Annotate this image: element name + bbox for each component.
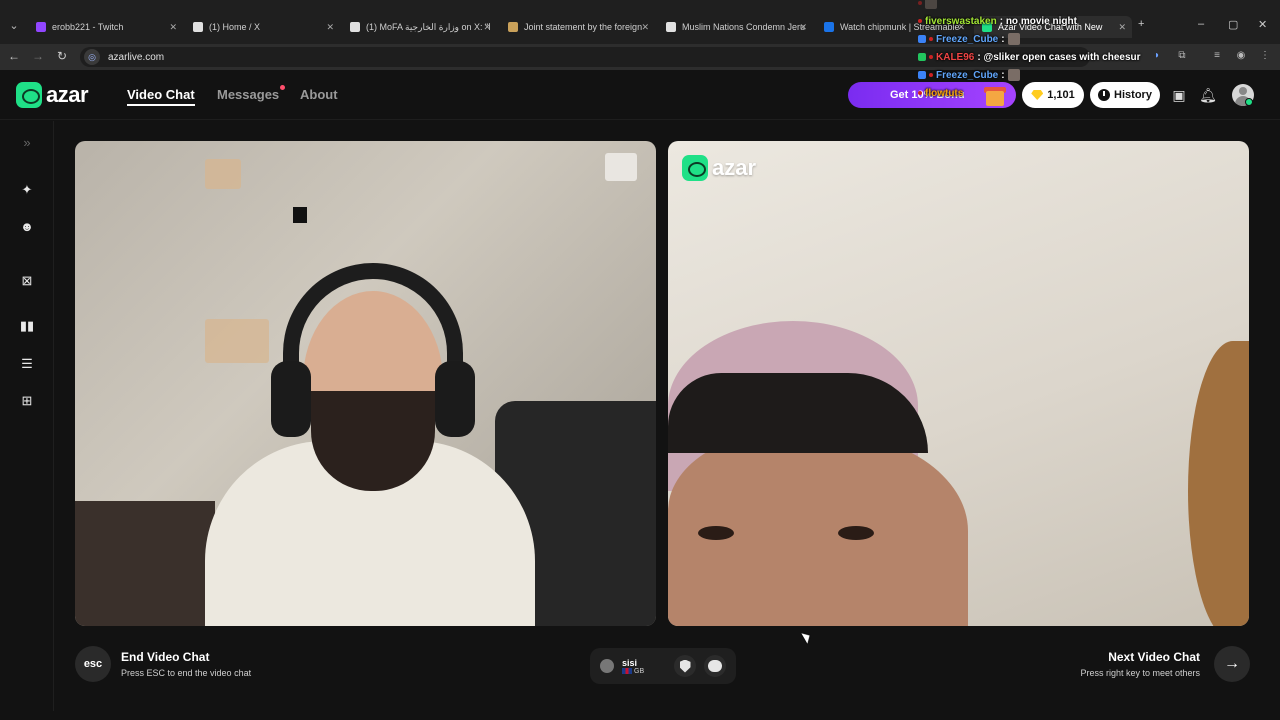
remote-video: azar [668,141,1249,626]
browser-tab[interactable]: (1) MoFA وزارة الخارجية on X: "ا ✕ [342,16,497,38]
end-chat-hint: Press ESC to end the video chat [121,668,252,678]
close-tab-icon[interactable]: ✕ [169,22,177,33]
close-window-icon[interactable]: ✕ [1258,18,1267,31]
layout-side-by-side-icon[interactable]: ▮▮ [17,316,37,336]
end-video-chat-control[interactable]: esc End Video Chat Press ESC to end the … [75,646,251,682]
chat-message: KALE96 : @sliker open cases with cheesur [918,48,1158,66]
chat-bubble-icon [708,660,722,672]
expand-sidebar-icon[interactable]: » [17,133,37,153]
shield-report-icon [679,659,691,673]
effects-wand-icon[interactable]: ✦ [17,180,37,200]
sticker-icon[interactable]: ☻ [17,217,37,237]
peer-info-bar: sisi GB [590,648,736,684]
chat-button[interactable] [704,655,726,677]
uk-flag-icon [622,668,632,674]
streamable-icon [824,22,834,32]
nav-about[interactable]: About [300,87,338,102]
nav-video-chat[interactable]: Video Chat [127,87,195,106]
emote-icon [1007,69,1020,81]
sub-badge-icon [918,53,926,61]
close-tab-icon[interactable]: ✕ [483,22,491,33]
online-status-icon [1245,98,1253,106]
mouse-cursor-icon [801,630,813,644]
azar-watermark: azar [682,155,756,181]
url-text: azarlive.com [108,51,165,63]
forward-icon[interactable]: → [30,48,46,64]
peer-country: GB [622,668,666,675]
esc-button[interactable]: esc [75,646,111,682]
filter-off-icon[interactable]: ⊠ [17,271,37,291]
emote-icon [925,0,937,9]
next-chat-title: Next Video Chat [1108,650,1200,664]
layout-stacked-icon[interactable]: ☰ [17,354,37,374]
peer-name: sisi [622,657,638,668]
azar-logo-icon [682,155,708,181]
globe-icon [666,22,676,32]
headphones [283,263,463,383]
media-control-icon[interactable]: ≡ [1210,49,1224,63]
left-sidebar: » ✦ ☻ ⊠ ▮▮ ☰ ⊞ [0,121,54,711]
twitch-icon [36,22,46,32]
report-button[interactable] [674,655,696,677]
maximize-icon[interactable]: ▢ [1228,18,1238,31]
close-tab-icon[interactable]: ✕ [326,22,334,33]
browser-tab[interactable]: Joint statement by the foreign ✕ [500,16,655,38]
chat-message: flowtuts [918,84,1158,102]
browser-tab[interactable]: erobb221 - Twitch ✕ [28,16,183,38]
extensions-puzzle-icon[interactable]: ⧉ [1175,49,1189,63]
site-info-icon[interactable]: ◎ [84,49,100,65]
reload-icon[interactable]: ↻ [54,48,70,64]
browser-menu-icon[interactable]: ⋮ [1258,49,1272,63]
minimize-icon[interactable]: – [1198,18,1204,30]
stream-chat-overlay: fiverswastaken : no movie night Freeze_C… [918,0,1158,102]
bell-icon[interactable]: 🔔︎ [1199,86,1217,104]
emote-icon [1007,33,1020,45]
document-icon [508,22,518,32]
next-arrow-button[interactable]: → [1214,646,1250,682]
chat-message [918,0,1158,12]
x-icon [350,22,360,32]
azar-logo[interactable]: azar [16,82,89,108]
profile-icon[interactable]: ◉ [1234,49,1248,63]
next-video-chat-control[interactable]: Next Video Chat Press right key to meet … [1080,646,1250,682]
browser-tab[interactable]: (1) Home / X ✕ [185,16,340,38]
end-chat-title: End Video Chat [121,650,210,664]
sub-badge-icon [918,71,926,79]
browser-tab[interactable]: Muslim Nations Condemn Jeru ✕ [658,16,813,38]
chat-message: fiverswastaken : no movie night [918,12,1158,30]
unread-dot-icon [280,85,286,90]
chat-message: Freeze_Cube : [918,30,1158,48]
azar-logo-icon [16,82,42,108]
close-tab-icon[interactable]: ✕ [799,22,807,33]
sub-badge-icon [918,35,926,43]
nav-messages[interactable]: Messages [217,85,286,102]
next-chat-hint: Press right key to meet others [1080,668,1200,678]
light-switch [605,153,637,181]
x-icon [193,22,203,32]
shop-icon[interactable]: ▣ [1170,86,1188,104]
layout-grid-icon[interactable]: ⊞ [17,391,37,411]
local-video [75,141,656,626]
peer-avatar-icon[interactable] [600,659,614,673]
tab-search-icon[interactable]: ⌄ [6,18,22,34]
chat-message: Freeze_Cube : [918,66,1158,84]
close-tab-icon[interactable]: ✕ [641,22,649,33]
back-icon[interactable]: ← [6,48,22,64]
